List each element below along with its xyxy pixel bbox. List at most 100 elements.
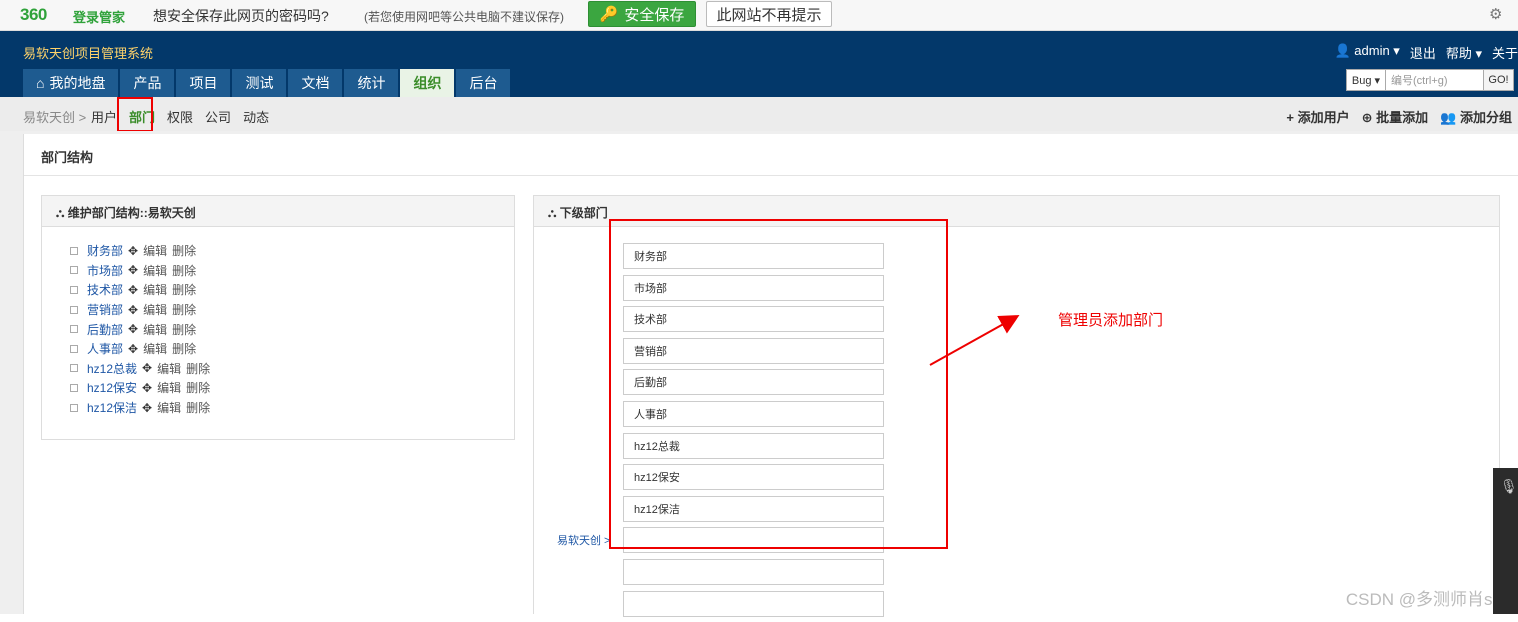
tab-doc[interactable]: 文档 <box>288 69 343 97</box>
delete-link[interactable]: 删除 <box>186 379 210 396</box>
main-tabs: ⌂ 我的地盘 产品 项目 测试 文档 统计 组织 后台 <box>23 69 511 97</box>
search-type-select[interactable]: Bug ▾ <box>1346 69 1386 91</box>
app-title: 易软天创项目管理系统 <box>23 46 154 61</box>
tab-stats[interactable]: 统计 <box>344 69 399 97</box>
move-icon[interactable]: ✥ <box>128 342 138 356</box>
sitemap-icon: ⛬ <box>56 206 65 220</box>
360-logo: 360 <box>20 5 47 24</box>
annotation-text: 管理员添加部门 <box>1058 312 1164 329</box>
move-icon[interactable]: ✥ <box>128 303 138 317</box>
dept-link[interactable]: 市场部 <box>87 262 123 279</box>
edit-link[interactable]: 编辑 <box>143 340 167 357</box>
public-pc-note: (若您使用网吧等公共电脑不建议保存) <box>364 10 564 24</box>
delete-link[interactable]: 删除 <box>172 262 196 279</box>
save-password-question: 想安全保存此网页的密码吗? <box>153 8 329 24</box>
move-icon[interactable]: ✥ <box>128 244 138 258</box>
add-group-button[interactable]: 👥 添加分组 <box>1440 107 1512 126</box>
dept-link[interactable]: 人事部 <box>87 340 123 357</box>
list-item: hz12总裁 ✥ 编辑 删除 <box>70 359 514 379</box>
plus-circle-icon: ⊕ <box>1361 110 1373 125</box>
child-dept-input[interactable] <box>623 590 884 617</box>
microphone-icon: 🎙 <box>1500 478 1518 494</box>
edit-link[interactable]: 编辑 <box>143 242 167 259</box>
move-icon[interactable]: ✥ <box>142 361 152 375</box>
list-item: 技术部 ✥ 编辑 删除 <box>70 280 514 300</box>
password-save-bar: 360 登录管家 想安全保存此网页的密码吗? (若您使用网吧等公共电脑不建议保存… <box>0 0 1518 31</box>
delete-link[interactable]: 删除 <box>172 242 196 259</box>
subnav-company[interactable]: 公司 <box>205 107 231 126</box>
search-go-button[interactable]: GO! <box>1484 69 1514 91</box>
never-prompt-button[interactable]: 此网站不再提示 <box>706 1 832 27</box>
key-icon: 🔑 <box>599 6 619 23</box>
list-item: 营销部 ✥ 编辑 删除 <box>70 300 514 320</box>
dept-link[interactable]: 后勤部 <box>87 321 123 338</box>
sub-nav: 易软天创 > 用户 部门 权限 公司 动态 + 添加用户 ⊕ 批量添加 👥 添加… <box>0 97 1518 131</box>
tab-my-dashboard[interactable]: ⌂ 我的地盘 <box>23 69 119 97</box>
dept-link[interactable]: 营销部 <box>87 301 123 318</box>
batch-add-button[interactable]: ⊕ 批量添加 <box>1362 107 1429 126</box>
gear-icon[interactable]: ⚙ <box>1489 5 1502 23</box>
delete-link[interactable]: 删除 <box>172 321 196 338</box>
subnav-users[interactable]: 用户 <box>91 107 117 126</box>
panel-title: 部门结构 <box>24 134 1518 176</box>
list-item: 财务部 ✥ 编辑 删除 <box>70 241 514 261</box>
move-icon[interactable]: ✥ <box>128 322 138 336</box>
safe-save-button[interactable]: 🔑 安全保存 <box>588 1 696 27</box>
edit-link[interactable]: 编辑 <box>157 379 181 396</box>
user-icon: 👤 <box>1334 43 1351 58</box>
edit-link[interactable]: 编辑 <box>143 321 167 338</box>
logout-link[interactable]: 退出 <box>1410 43 1436 62</box>
edit-link[interactable]: 编辑 <box>143 301 167 318</box>
move-icon[interactable]: ✥ <box>142 381 152 395</box>
edit-link[interactable]: 编辑 <box>143 262 167 279</box>
dept-link[interactable]: 技术部 <box>87 281 123 298</box>
edit-link[interactable]: 编辑 <box>157 360 181 377</box>
tab-test[interactable]: 测试 <box>232 69 287 97</box>
tab-product[interactable]: 产品 <box>120 69 175 97</box>
dept-link[interactable]: 财务部 <box>87 242 123 259</box>
side-widget[interactable]: 🎙 <box>1493 468 1518 614</box>
move-icon[interactable]: ✥ <box>142 401 152 415</box>
dept-link[interactable]: hz12总裁 <box>87 360 137 377</box>
dept-link[interactable]: hz12保安 <box>87 379 137 396</box>
move-icon[interactable]: ✥ <box>128 263 138 277</box>
search-input[interactable]: 编号(ctrl+g) <box>1386 69 1484 91</box>
delete-link[interactable]: 删除 <box>186 399 210 416</box>
login-manager-label: 登录管家 <box>73 10 126 25</box>
add-user-button[interactable]: + 添加用户 <box>1286 107 1349 126</box>
top-nav: 👤 admin ▾ 退出 帮助 ▾ 关于 <box>1334 43 1518 62</box>
list-item: 市场部 ✥ 编辑 删除 <box>70 261 514 281</box>
edit-link[interactable]: 编辑 <box>143 281 167 298</box>
child-dept-input[interactable] <box>623 558 884 585</box>
annotation-arrow <box>929 315 1020 366</box>
delete-link[interactable]: 删除 <box>186 360 210 377</box>
plus-icon: + <box>1286 110 1294 125</box>
highlight-box-departments <box>117 97 153 132</box>
move-icon[interactable]: ✥ <box>128 283 138 297</box>
app-header: 易软天创项目管理系统 👤 admin ▾ 退出 帮助 ▾ 关于 ⌂ 我的地盘 产品… <box>0 31 1518 97</box>
list-item: 后勤部 ✥ 编辑 删除 <box>70 319 514 339</box>
tab-organization[interactable]: 组织 <box>400 69 455 97</box>
breadcrumb[interactable]: 易软天创 > <box>23 107 86 126</box>
dept-tree-box: ⛬ 维护部门结构::易软天创 财务部 ✥ 编辑 删除 市场部 ✥ 编辑 删除 技术部 ✥ 编辑删… <box>41 195 515 440</box>
watermark: CSDN @多测师肖sir <box>1345 590 1502 609</box>
dept-tree: 财务部 ✥ 编辑 删除 市场部 ✥ 编辑 删除 技术部 ✥ 编辑 删除 营销部 ✥ 编辑 删除 后勤部 ✥… <box>42 227 514 417</box>
tab-project[interactable]: 项目 <box>176 69 231 97</box>
tab-admin[interactable]: 后台 <box>456 69 511 97</box>
list-item: hz12保洁 ✥ 编辑 删除 <box>70 398 514 418</box>
delete-link[interactable]: 删除 <box>172 340 196 357</box>
subnav-permissions[interactable]: 权限 <box>167 107 193 126</box>
help-menu[interactable]: 帮助 ▾ <box>1446 43 1482 62</box>
parent-dept-link[interactable]: 易软天创 > <box>557 532 610 548</box>
delete-link[interactable]: 删除 <box>172 281 196 298</box>
subnav-activity[interactable]: 动态 <box>243 107 269 126</box>
list-item: 人事部 ✥ 编辑 删除 <box>70 339 514 359</box>
edit-link[interactable]: 编辑 <box>157 399 181 416</box>
sitemap-icon: ⛬ <box>548 206 557 220</box>
home-icon: ⌂ <box>36 75 45 91</box>
about-link[interactable]: 关于 <box>1492 43 1518 62</box>
dept-link[interactable]: hz12保洁 <box>87 399 137 416</box>
user-menu[interactable]: 👤 admin ▾ <box>1334 43 1399 62</box>
users-icon: 👥 <box>1440 110 1457 125</box>
delete-link[interactable]: 删除 <box>172 301 196 318</box>
